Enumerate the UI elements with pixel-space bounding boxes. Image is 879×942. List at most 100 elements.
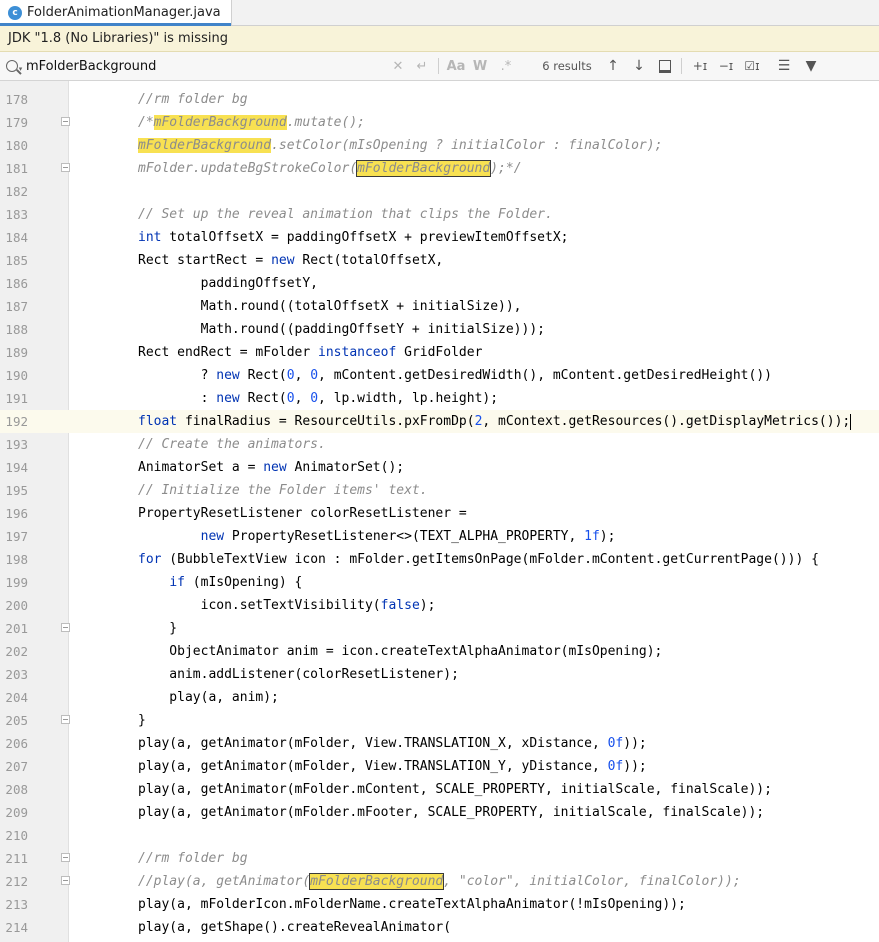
line-number: 208 [5, 782, 28, 797]
code-line[interactable]: 214 play(a, getShape().createRevealAnimat… [0, 916, 879, 939]
fold-toggle-icon[interactable] [61, 163, 70, 172]
search-history-button[interactable]: ▾ [5, 52, 23, 80]
code-line[interactable]: 208 play(a, getAnimator(mFolder.mContent,… [0, 778, 879, 801]
code-line[interactable]: 185 Rect startRect = new Rect(totalOffset… [0, 249, 879, 272]
line-number: 188 [5, 322, 28, 337]
code-line[interactable]: 209 play(a, getAnimator(mFolder.mFooter, … [0, 801, 879, 824]
code-text: } [138, 713, 146, 728]
code-line[interactable]: 194 AnimatorSet a = new AnimatorSet(); [0, 456, 879, 479]
code-line[interactable]: 212 //play(a, getAnimator(mFolderBackgrou… [0, 870, 879, 893]
code-line[interactable]: 207 play(a, getAnimator(mFolder, View.TRA… [0, 755, 879, 778]
code-line[interactable]: 190 ? new Rect(0, 0, mContent.getDesired… [0, 364, 879, 387]
code-text: ? new Rect(0, 0, mContent.getDesiredWidt… [138, 368, 772, 383]
code-text: ObjectAnimator anim = icon.createTextAlp… [138, 644, 663, 659]
line-number: 190 [5, 368, 28, 383]
fold-toggle-icon[interactable] [61, 117, 70, 126]
line-number: 192 [5, 414, 28, 429]
code-line[interactable]: 198 for (BubbleTextView icon : mFolder.ge… [0, 548, 879, 571]
fold-toggle-icon[interactable] [61, 876, 70, 885]
text-cursor [850, 413, 852, 430]
code-line[interactable]: 197 new PropertyResetListener<>(TEXT_ALP… [0, 525, 879, 548]
fold-toggle-icon[interactable] [61, 853, 70, 862]
select-all-occurrences-icon: ☑ɪ [744, 59, 760, 73]
line-number: 212 [5, 874, 28, 889]
code-line[interactable]: 191 : new Rect(0, 0, lp.width, lp.height… [0, 387, 879, 410]
code-line[interactable]: 193 // Create the animators. [0, 433, 879, 456]
new-line-button[interactable]: ↵ [414, 52, 430, 80]
fold-toggle-icon[interactable] [61, 623, 70, 632]
add-occurrence-button[interactable]: +ɪ [690, 52, 710, 80]
code-text: //rm folder bg [138, 92, 248, 107]
code-text: float finalRadius = ResourceUtils.pxFrom… [138, 413, 852, 430]
code-line[interactable]: 188 Math.round((paddingOffsetY + initial… [0, 318, 879, 341]
code-line[interactable]: 183 // Set up the reveal animation that c… [0, 203, 879, 226]
remove-occurrence-icon: −ɪ [718, 59, 734, 73]
code-text: Rect endRect = mFolder instanceof GridFo… [138, 345, 483, 360]
clear-search-button[interactable]: ✕ [391, 52, 405, 80]
regex-toggle[interactable]: .* [497, 52, 515, 80]
code-editor[interactable]: 178 //rm folder bg 179 /*mFolderBackground.… [0, 81, 879, 942]
line-number: 201 [5, 621, 28, 636]
line-number: 182 [5, 184, 28, 199]
fold-toggle-icon[interactable] [61, 715, 70, 724]
code-text: Math.round((paddingOffsetY + initialSize… [138, 322, 545, 337]
code-line[interactable]: 186 paddingOffsetY, [0, 272, 879, 295]
code-line[interactable]: 204 play(a, anim); [0, 686, 879, 709]
filter-search-button[interactable]: ▼ [802, 52, 820, 80]
line-number: 184 [5, 230, 28, 245]
code-text: //rm folder bg [138, 851, 248, 866]
line-number: 205 [5, 713, 28, 728]
file-tab[interactable]: c FolderAnimationManager.java [0, 0, 232, 26]
code-line[interactable]: 205} [0, 709, 879, 732]
code-line[interactable]: 179 /*mFolderBackground.mutate(); [0, 111, 879, 134]
line-number: 195 [5, 483, 28, 498]
up-arrow-icon: ↑ [607, 58, 619, 74]
search-input[interactable] [26, 56, 386, 76]
code-line[interactable]: 178 //rm folder bg [0, 88, 879, 111]
previous-occurrence-button[interactable]: ↑ [604, 52, 622, 80]
code-text: play(a, getShape().createRevealAnimator( [138, 920, 452, 935]
code-text: } [138, 621, 178, 636]
words-toggle[interactable]: W [472, 52, 488, 80]
select-all-occurrences-button[interactable]: ☑ɪ [742, 52, 762, 80]
select-all-button[interactable] [656, 52, 674, 80]
line-number: 204 [5, 690, 28, 705]
add-occurrence-icon: +ɪ [692, 59, 708, 73]
match-case-toggle[interactable]: Aa [447, 52, 466, 80]
code-line[interactable]: 189 Rect endRect = mFolder instanceof Gri… [0, 341, 879, 364]
code-text: anim.addListener(colorResetListener); [138, 667, 459, 682]
code-line[interactable]: 201 } [0, 617, 879, 640]
clear-icon: ✕ [392, 58, 404, 74]
code-text: Math.round((totalOffsetX + initialSize))… [138, 299, 522, 314]
search-icon [5, 60, 18, 72]
filter-icon: ☰ [777, 58, 791, 74]
code-line[interactable]: 182 [0, 180, 879, 203]
code-line[interactable]: 213 play(a, mFolderIcon.mFolderName.creat… [0, 893, 879, 916]
code-line[interactable]: 196 PropertyResetListener colorResetListe… [0, 502, 879, 525]
code-text: play(a, getAnimator(mFolder.mContent, SC… [138, 782, 772, 797]
code-line[interactable]: 192 float finalRadius = ResourceUtils.pxF… [0, 410, 879, 433]
code-line[interactable]: 203 anim.addListener(colorResetListener)… [0, 663, 879, 686]
jdk-missing-banner: JDK "1.8 (No Libraries)" is missing [0, 26, 879, 52]
filter-options-button[interactable]: ☰ [775, 52, 793, 80]
code-line[interactable]: 200 icon.setTextVisibility(false); [0, 594, 879, 617]
code-line[interactable]: 180 mFolderBackground.setColor(mIsOpening… [0, 134, 879, 157]
code-line[interactable]: 187 Math.round((totalOffsetX + initialSi… [0, 295, 879, 318]
remove-occurrence-button[interactable]: −ɪ [716, 52, 736, 80]
line-number: 200 [5, 598, 28, 613]
code-line[interactable]: 199 if (mIsOpening) { [0, 571, 879, 594]
code-text: // Set up the reveal animation that clip… [138, 207, 553, 222]
code-line[interactable]: 184 int totalOffsetX = paddingOffsetX + p… [0, 226, 879, 249]
banner-text: JDK "1.8 (No Libraries)" is missing [8, 31, 228, 46]
line-number: 198 [5, 552, 28, 567]
search-match: mFolderBackground [356, 160, 492, 177]
code-line[interactable]: 206 play(a, getAnimator(mFolder, View.TRA… [0, 732, 879, 755]
select-all-icon [659, 59, 671, 73]
code-line[interactable]: 210 [0, 824, 879, 847]
code-line[interactable]: 202 ObjectAnimator anim = icon.createTex… [0, 640, 879, 663]
code-line[interactable]: 195 // Initialize the Folder items' text. [0, 479, 879, 502]
code-line[interactable]: 211 //rm folder bg [0, 847, 879, 870]
code-line[interactable]: 181 mFolder.updateBgStrokeColor(mFolderBa… [0, 157, 879, 180]
line-number: 187 [5, 299, 28, 314]
next-occurrence-button[interactable]: ↓ [630, 52, 648, 80]
